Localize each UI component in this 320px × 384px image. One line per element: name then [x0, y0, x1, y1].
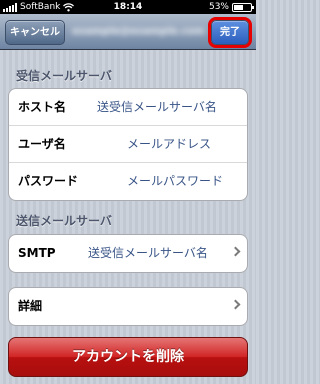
host-field[interactable]: 送受信メールサーバ名 — [97, 89, 217, 126]
delete-account-button[interactable]: アカウントを削除 — [8, 337, 248, 377]
chevron-right-icon — [230, 246, 241, 257]
battery-percent: 53% — [208, 2, 229, 12]
advanced-label: 詳細 — [18, 299, 43, 313]
advanced-row[interactable]: 詳細 — [9, 288, 247, 325]
chevron-right-icon — [230, 299, 241, 310]
advanced-group: 詳細 — [8, 287, 248, 326]
battery-icon — [232, 2, 254, 12]
navigation-bar: キャンセル example@example.com 完了 — [0, 14, 256, 50]
account-title: example@example.com — [72, 26, 205, 37]
username-field[interactable]: メールアドレス — [127, 126, 211, 163]
cancel-button[interactable]: キャンセル — [5, 20, 65, 45]
password-row[interactable]: パスワード メールパスワード — [9, 163, 247, 200]
outgoing-server-header: 送信メールサーバ — [16, 214, 112, 228]
username-label: ユーザ名 — [18, 137, 66, 151]
smtp-row[interactable]: SMTP 送受信メールサーバ名 — [9, 235, 247, 272]
password-field[interactable]: メールパスワード — [127, 163, 223, 200]
done-button[interactable]: 完了 — [208, 17, 252, 48]
incoming-server-group: ホスト名 送受信メールサーバ名 ユーザ名 メールアドレス パスワード メールパス… — [8, 88, 248, 201]
username-row[interactable]: ユーザ名 メールアドレス — [9, 126, 247, 163]
outgoing-server-group: SMTP 送受信メールサーバ名 — [8, 234, 248, 273]
status-bar: SoftBank 18:14 53% — [0, 0, 256, 14]
host-label: ホスト名 — [18, 100, 67, 114]
password-label: パスワード — [18, 174, 79, 188]
battery-group: 53% — [208, 0, 254, 14]
smtp-label: SMTP — [18, 246, 56, 260]
incoming-server-header: 受信メールサーバ — [16, 69, 112, 83]
smtp-value: 送受信メールサーバ名 — [88, 246, 208, 260]
host-row[interactable]: ホスト名 送受信メールサーバ名 — [9, 89, 247, 126]
